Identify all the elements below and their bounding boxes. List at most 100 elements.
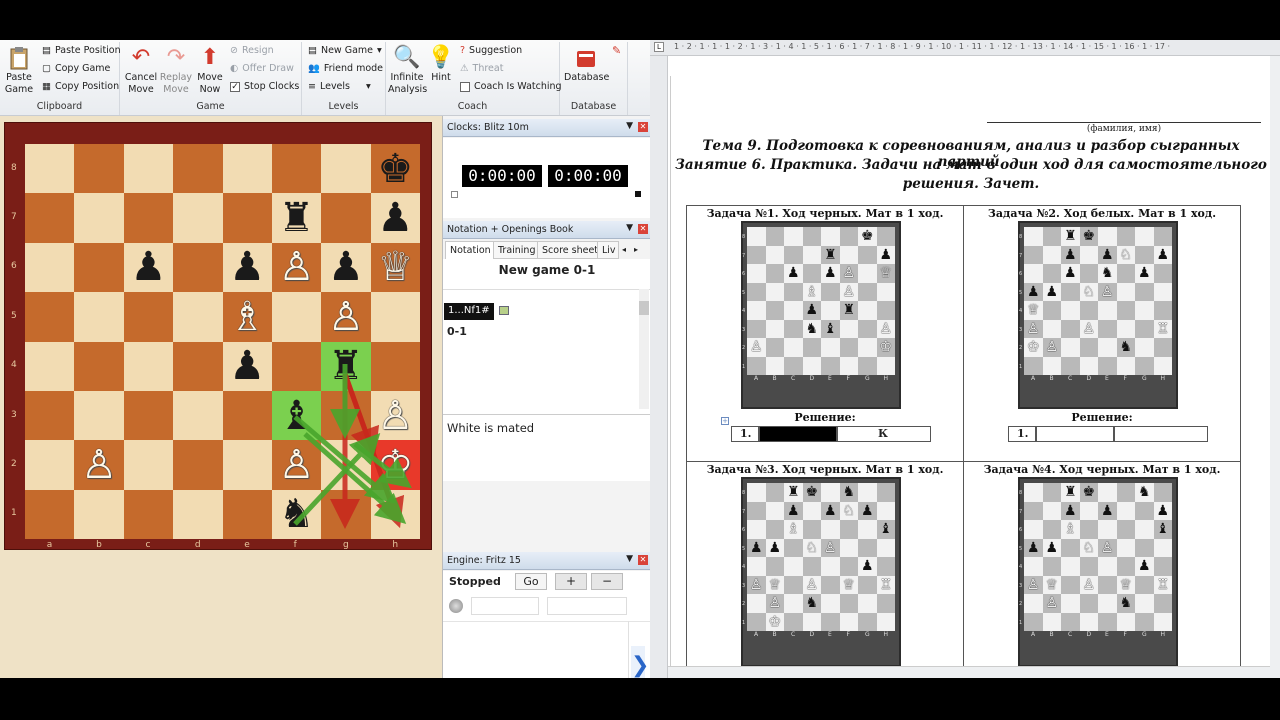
document-scrollbar[interactable] <box>1270 56 1280 678</box>
infinite-analysis-button[interactable]: 🔍 Infinite Analysis <box>388 44 428 96</box>
mini-square: ♙ <box>876 319 895 338</box>
paste-position-button[interactable]: ▤ Paste Position <box>42 45 121 56</box>
replay-move-button[interactable]: ↷ Replay Move <box>158 44 194 96</box>
mini-rank-label: 4 <box>742 564 746 570</box>
mini-square: ♟ <box>1153 501 1172 520</box>
document-page[interactable]: (фамилия, имя) Тема 9. Подготовка к соре… <box>670 76 1270 668</box>
mini-square <box>802 557 821 576</box>
copy-game-button[interactable]: ▢ Copy Game <box>42 63 110 74</box>
mini-square: ♟ <box>1024 538 1043 557</box>
mini-piece: ♝ <box>879 521 893 538</box>
mini-square <box>802 338 821 357</box>
mini-square <box>839 245 858 264</box>
mini-square: ♝ <box>876 520 895 539</box>
mini-file-label: D <box>809 375 815 382</box>
mini-square <box>1153 338 1172 357</box>
tab-scroll-right-icon[interactable]: ▸ <box>631 241 641 259</box>
copy-position-button[interactable]: ▦ Copy Position <box>42 81 119 92</box>
close-icon[interactable]: ✕ <box>638 122 648 132</box>
game-result: 0-1 <box>447 325 467 338</box>
tab-stop-selector[interactable]: L <box>654 42 664 52</box>
stop-clocks-checkbox[interactable]: ✓ Stop Clocks <box>230 81 299 92</box>
coach-watching-check-icon <box>460 81 470 92</box>
file-label: e <box>244 540 250 550</box>
chevron-down-icon[interactable]: ▼ <box>626 223 633 233</box>
mini-square <box>876 594 895 613</box>
cancel-move-button[interactable]: ↶ Cancel Move <box>122 44 160 96</box>
mini-square <box>858 538 877 557</box>
vertical-ruler[interactable] <box>650 56 668 678</box>
database-button[interactable]: Database <box>564 44 609 84</box>
stop-clocks-check-icon: ✓ <box>230 81 240 92</box>
file-label: f <box>293 540 297 550</box>
remove-line-button[interactable]: − <box>591 573 623 590</box>
move-1-nf1[interactable]: 1...Nf1# <box>444 303 494 320</box>
mini-piece: ♕ <box>768 576 782 593</box>
coach-group: 🔍 Infinite Analysis 💡 Hint ? Suggestion ⚠… <box>386 42 562 115</box>
resign-button[interactable]: ⊘ Resign <box>230 45 274 56</box>
mini-square <box>1135 520 1154 539</box>
mini-square <box>784 245 803 264</box>
mini-square <box>747 282 766 301</box>
paste-game-button[interactable]: Paste Game <box>3 44 35 96</box>
notation-scrollbar[interactable] <box>639 289 649 409</box>
offer-draw-button[interactable]: ◐ Offer Draw <box>230 63 294 74</box>
database-group-label: Database <box>570 101 617 112</box>
mini-piece: ♘ <box>1119 246 1133 263</box>
engine-go-button[interactable]: Go <box>515 573 547 590</box>
coach-watching-checkbox[interactable]: Coach Is Watching <box>460 81 562 92</box>
task-1-answer-text[interactable]: К <box>837 426 931 442</box>
scroll-thumb[interactable] <box>639 301 649 315</box>
mini-square <box>1135 245 1154 264</box>
task-2-answer-field[interactable] <box>1036 426 1114 442</box>
engine-title-label: Engine: Fritz 15 <box>447 555 521 566</box>
notation-panel: New game 0-1 1...Nf1# 0-1 White is mated <box>443 259 650 481</box>
engine-depth-field <box>547 597 627 615</box>
mini-square: ♟ <box>821 264 840 283</box>
chevron-down-icon[interactable]: ▼ <box>626 554 633 564</box>
suggestion-button[interactable]: ? Suggestion <box>460 45 522 56</box>
mini-square <box>747 520 766 539</box>
task-1-cell: Задача №1. Ход черных. Мат в 1 ход. ♚ 8 ♜ ♟… <box>686 205 964 462</box>
levels-icon: ≡ <box>308 81 316 92</box>
infinite-analysis-label: Infinite Analysis <box>388 72 428 95</box>
mini-square: ♔ <box>876 338 895 357</box>
friend-mode-button[interactable]: 👥 Friend mode <box>308 63 383 74</box>
mini-piece: ♟ <box>786 265 800 282</box>
mini-rank-label: 4 <box>1019 564 1023 570</box>
mini-square: ♘ <box>1079 282 1098 301</box>
tab-training[interactable]: Training <box>493 241 541 259</box>
white-clock: 0:00:00 <box>462 165 542 187</box>
threat-button[interactable]: ⚠ Threat <box>460 63 503 74</box>
mini-square <box>1116 538 1135 557</box>
resign-label: Resign <box>241 45 274 56</box>
hint-button[interactable]: 💡 Hint <box>427 44 454 84</box>
expand-panel-icon[interactable]: ❯ <box>631 646 649 678</box>
move-arrows <box>293 364 412 529</box>
move-now-button[interactable]: ⬆ Move Now <box>194 44 226 96</box>
mini-square <box>1135 338 1154 357</box>
task-1-answer-selection[interactable] <box>759 426 837 442</box>
horizontal-scrollbar[interactable] <box>668 666 1270 678</box>
mini-square: ♕ <box>1116 575 1135 594</box>
horizontal-ruler[interactable]: L 1 · 2 · 1 · 1 · 1 · 2 · 1 · 3 · 1 · 4 … <box>650 40 1280 56</box>
tab-notation[interactable]: Notation <box>445 241 496 259</box>
add-line-button[interactable]: + <box>555 573 587 590</box>
close-icon[interactable]: ✕ <box>638 555 648 565</box>
ribbon: Paste Game ▤ Paste Position ▢ Copy Game ▦ C… <box>0 40 650 116</box>
table-move-handle-icon[interactable]: + <box>721 417 729 425</box>
new-game-button[interactable]: ▤ New Game ▾ <box>308 45 382 56</box>
mini-square <box>747 501 766 520</box>
tab-score-sheet[interactable]: Score sheet <box>537 241 604 259</box>
task-1-label: Задача №1. Ход черных. Мат в 1 ход. <box>706 207 944 220</box>
tab-live[interactable]: Liv <box>597 241 619 259</box>
mini-square: ♙ <box>1098 538 1117 557</box>
task-2-answer-field-2[interactable] <box>1114 426 1208 442</box>
pencil-icon[interactable]: ✎ <box>612 44 621 57</box>
tab-scroll-left-icon[interactable]: ◂ <box>619 241 629 259</box>
mini-square: ♟ <box>858 501 877 520</box>
close-icon[interactable]: ✕ <box>638 224 648 234</box>
levels-button[interactable]: ≡ Levels ▾ <box>308 81 371 92</box>
mini-square <box>1024 245 1043 264</box>
chevron-down-icon[interactable]: ▼ <box>626 121 633 131</box>
